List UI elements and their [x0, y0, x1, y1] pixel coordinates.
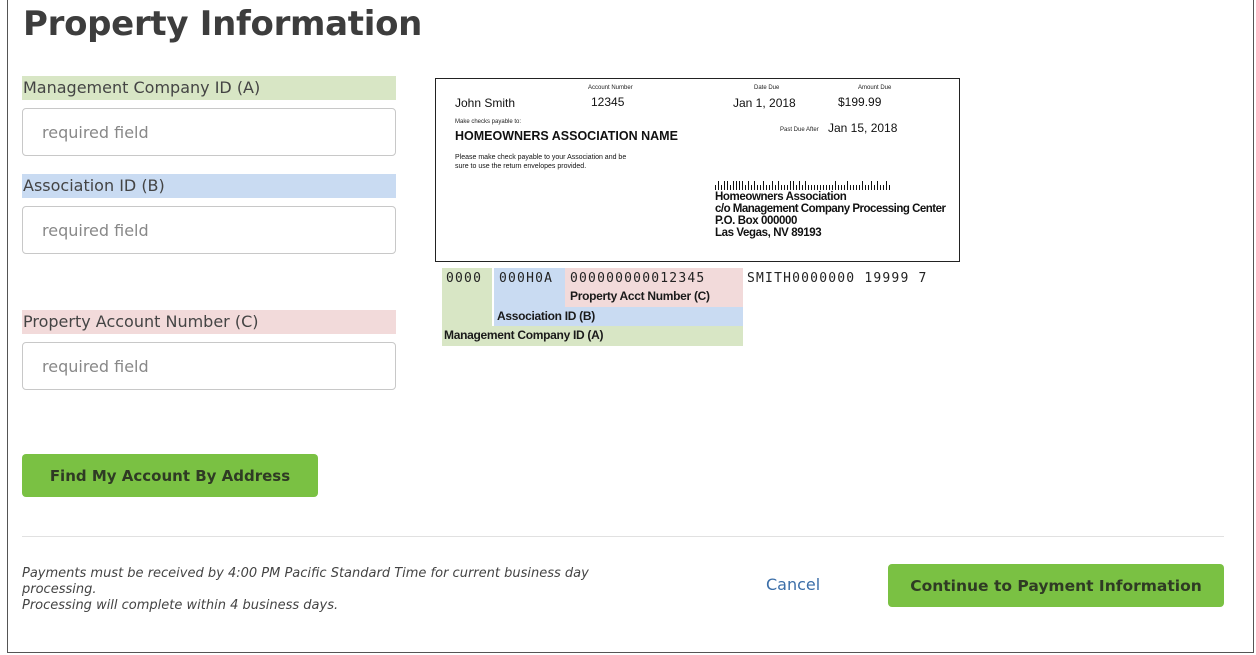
page-title: Property Information [23, 4, 423, 44]
find-account-by-address-button[interactable]: Find My Account By Address [22, 454, 318, 497]
association-input[interactable] [22, 206, 396, 254]
bill-past-due-label: Past Due After [780, 127, 819, 133]
bill-address-line1: Homeowners Association [715, 191, 847, 203]
bill-payable-to-label: Make checks payable to: [455, 119, 522, 125]
bill-account-number: 12345 [591, 95, 625, 109]
bill-amount-due-label: Amount Due [858, 85, 892, 91]
bill-date-due-label: Date Due [754, 85, 780, 91]
management-company-input[interactable] [22, 108, 396, 156]
micr-association: 000H0A [499, 271, 554, 286]
bill-past-due-date: Jan 15, 2018 [828, 121, 898, 135]
micr-label-association: Association ID (B) [497, 309, 595, 323]
bill-account-number-label: Account Number [588, 85, 633, 91]
bill-address-line2: c/o Management Company Processing Center [715, 203, 946, 215]
micr-remainder: SMITH0000000 19999 7 [747, 271, 928, 286]
bill-instructions-line2: sure to use the return envelopes provide… [455, 163, 587, 170]
payment-deadline-text-cont: processing. [22, 582, 97, 597]
barcode-icon [715, 181, 890, 190]
continue-to-payment-button[interactable]: Continue to Payment Information [888, 564, 1224, 607]
micr-label-property-account: Property Acct Number (C) [570, 289, 710, 303]
micr-management-company: 0000 [446, 271, 483, 286]
cancel-link[interactable]: Cancel [766, 575, 820, 594]
bill-amount-due: $199.99 [838, 95, 882, 109]
payment-deadline-note: Payments must be received by 4:00 PM Pac… [22, 566, 642, 598]
micr-label-management-company: Management Company ID (A) [444, 328, 604, 342]
bill-address-line3: P.O. Box 000000 [715, 215, 798, 227]
footer-divider [22, 536, 1224, 537]
bill-instructions-line1: Please make check payable to your Associ… [455, 154, 627, 161]
bill-date-due: Jan 1, 2018 [733, 96, 796, 110]
bill-payable-to: HOMEOWNERS ASSOCIATION NAME [455, 129, 678, 143]
property-account-label: Property Account Number (C) [22, 310, 396, 334]
bill-address-line4: Las Vegas, NV 89193 [715, 227, 822, 239]
sample-bill: Account Number Date Due Amount Due John … [435, 78, 960, 262]
bill-customer-name: John Smith [455, 96, 516, 110]
association-label: Association ID (B) [22, 174, 396, 198]
management-company-label: Management Company ID (A) [22, 76, 396, 100]
processing-time-note: Processing will complete within 4 busine… [22, 598, 339, 613]
payment-deadline-text: Payments must be received by 4:00 PM Pac… [22, 566, 589, 581]
micr-property-account: 000000000012345 [570, 271, 706, 286]
property-account-input[interactable] [22, 342, 396, 390]
